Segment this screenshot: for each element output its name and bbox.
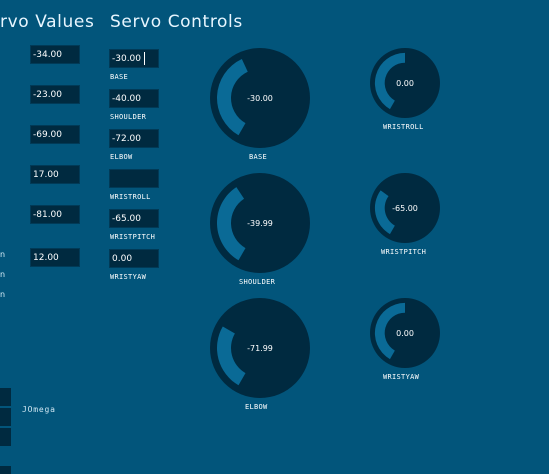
wristroll-knob-arc — [374, 52, 405, 110]
wristpitch-knob-value: -65.00 — [392, 204, 418, 213]
jomega-label: JOmega — [22, 405, 56, 414]
shoulder-knob-arc — [217, 187, 246, 261]
wristyaw-knob-arc — [374, 302, 405, 360]
servo-value-display: 12.00 — [30, 248, 80, 267]
servo-value-display: -69.00 — [30, 125, 80, 144]
side-label: n — [0, 270, 6, 279]
shoulder-knob-value: -39.99 — [247, 219, 273, 228]
servo-value-display: -23.00 — [30, 85, 80, 104]
base-knob-value: -30.00 — [247, 94, 273, 103]
wristyaw-knob-graphic: 0.00 — [370, 298, 440, 368]
servo-value-display: -81.00 — [30, 205, 80, 224]
elbow-knob-graphic: -71.99 — [210, 298, 310, 398]
side-field[interactable] — [0, 428, 11, 446]
wristroll-knob-value: 0.00 — [396, 79, 414, 88]
text-caret — [144, 52, 145, 65]
servo-values-heading: rvo Values — [0, 12, 95, 32]
base-input-label: BASE — [110, 73, 129, 81]
wristpitch-input-label: WRISTPITCH — [110, 233, 156, 241]
wristpitch-knob-graphic: -65.00 — [370, 173, 440, 243]
base-input[interactable]: -30.00 — [109, 49, 159, 68]
shoulder-knob-label: SHOULDER — [239, 278, 276, 286]
wristyaw-input-label: WRISTYAW — [110, 273, 147, 281]
base-knob-label: BASE — [249, 153, 268, 161]
wristyaw-knob-body — [370, 298, 440, 368]
shoulder-knob-body — [210, 173, 310, 273]
servo-value-display: -34.00 — [30, 45, 80, 64]
wristpitch-input[interactable]: -65.00 — [109, 209, 159, 228]
wristyaw-knob-label: WRISTYAW — [383, 373, 420, 381]
shoulder-input[interactable]: -40.00 — [109, 89, 159, 108]
base-knob-arc — [217, 59, 248, 136]
shoulder-input-label: SHOULDER — [110, 113, 147, 121]
elbow-knob-arc — [217, 326, 246, 386]
base-knob-body — [210, 48, 310, 148]
wristroll-input[interactable] — [109, 169, 159, 188]
side-label: n — [0, 290, 6, 299]
wristyaw-knob-value: 0.00 — [396, 329, 414, 338]
elbow-input[interactable]: -72.00 — [109, 129, 159, 148]
elbow-knob-body — [210, 298, 310, 398]
wristroll-knob-body — [370, 48, 440, 118]
elbow-knob-value: -71.99 — [247, 344, 273, 353]
side-field[interactable] — [0, 388, 11, 406]
elbow-input-label: ELBOW — [110, 153, 133, 161]
side-field[interactable] — [0, 408, 11, 426]
wristroll-knob-label: WRISTROLL — [383, 123, 424, 131]
base-knob-graphic: -30.00 — [210, 48, 310, 148]
side-label: n — [0, 250, 6, 259]
wristyaw-input[interactable]: 0.00 — [109, 249, 159, 268]
wristroll-input-label: WRISTROLL — [110, 193, 151, 201]
servo-value-display: 17.00 — [30, 165, 80, 184]
elbow-knob-label: ELBOW — [245, 403, 268, 411]
servo-controls-heading: Servo Controls — [110, 12, 243, 32]
wristpitch-knob-arc — [374, 190, 395, 235]
wristroll-knob-graphic: 0.00 — [370, 48, 440, 118]
wristpitch-knob-label: WRISTPITCH — [381, 248, 427, 256]
wristpitch-knob-body — [370, 173, 440, 243]
shoulder-knob-graphic: -39.99 — [210, 173, 310, 273]
